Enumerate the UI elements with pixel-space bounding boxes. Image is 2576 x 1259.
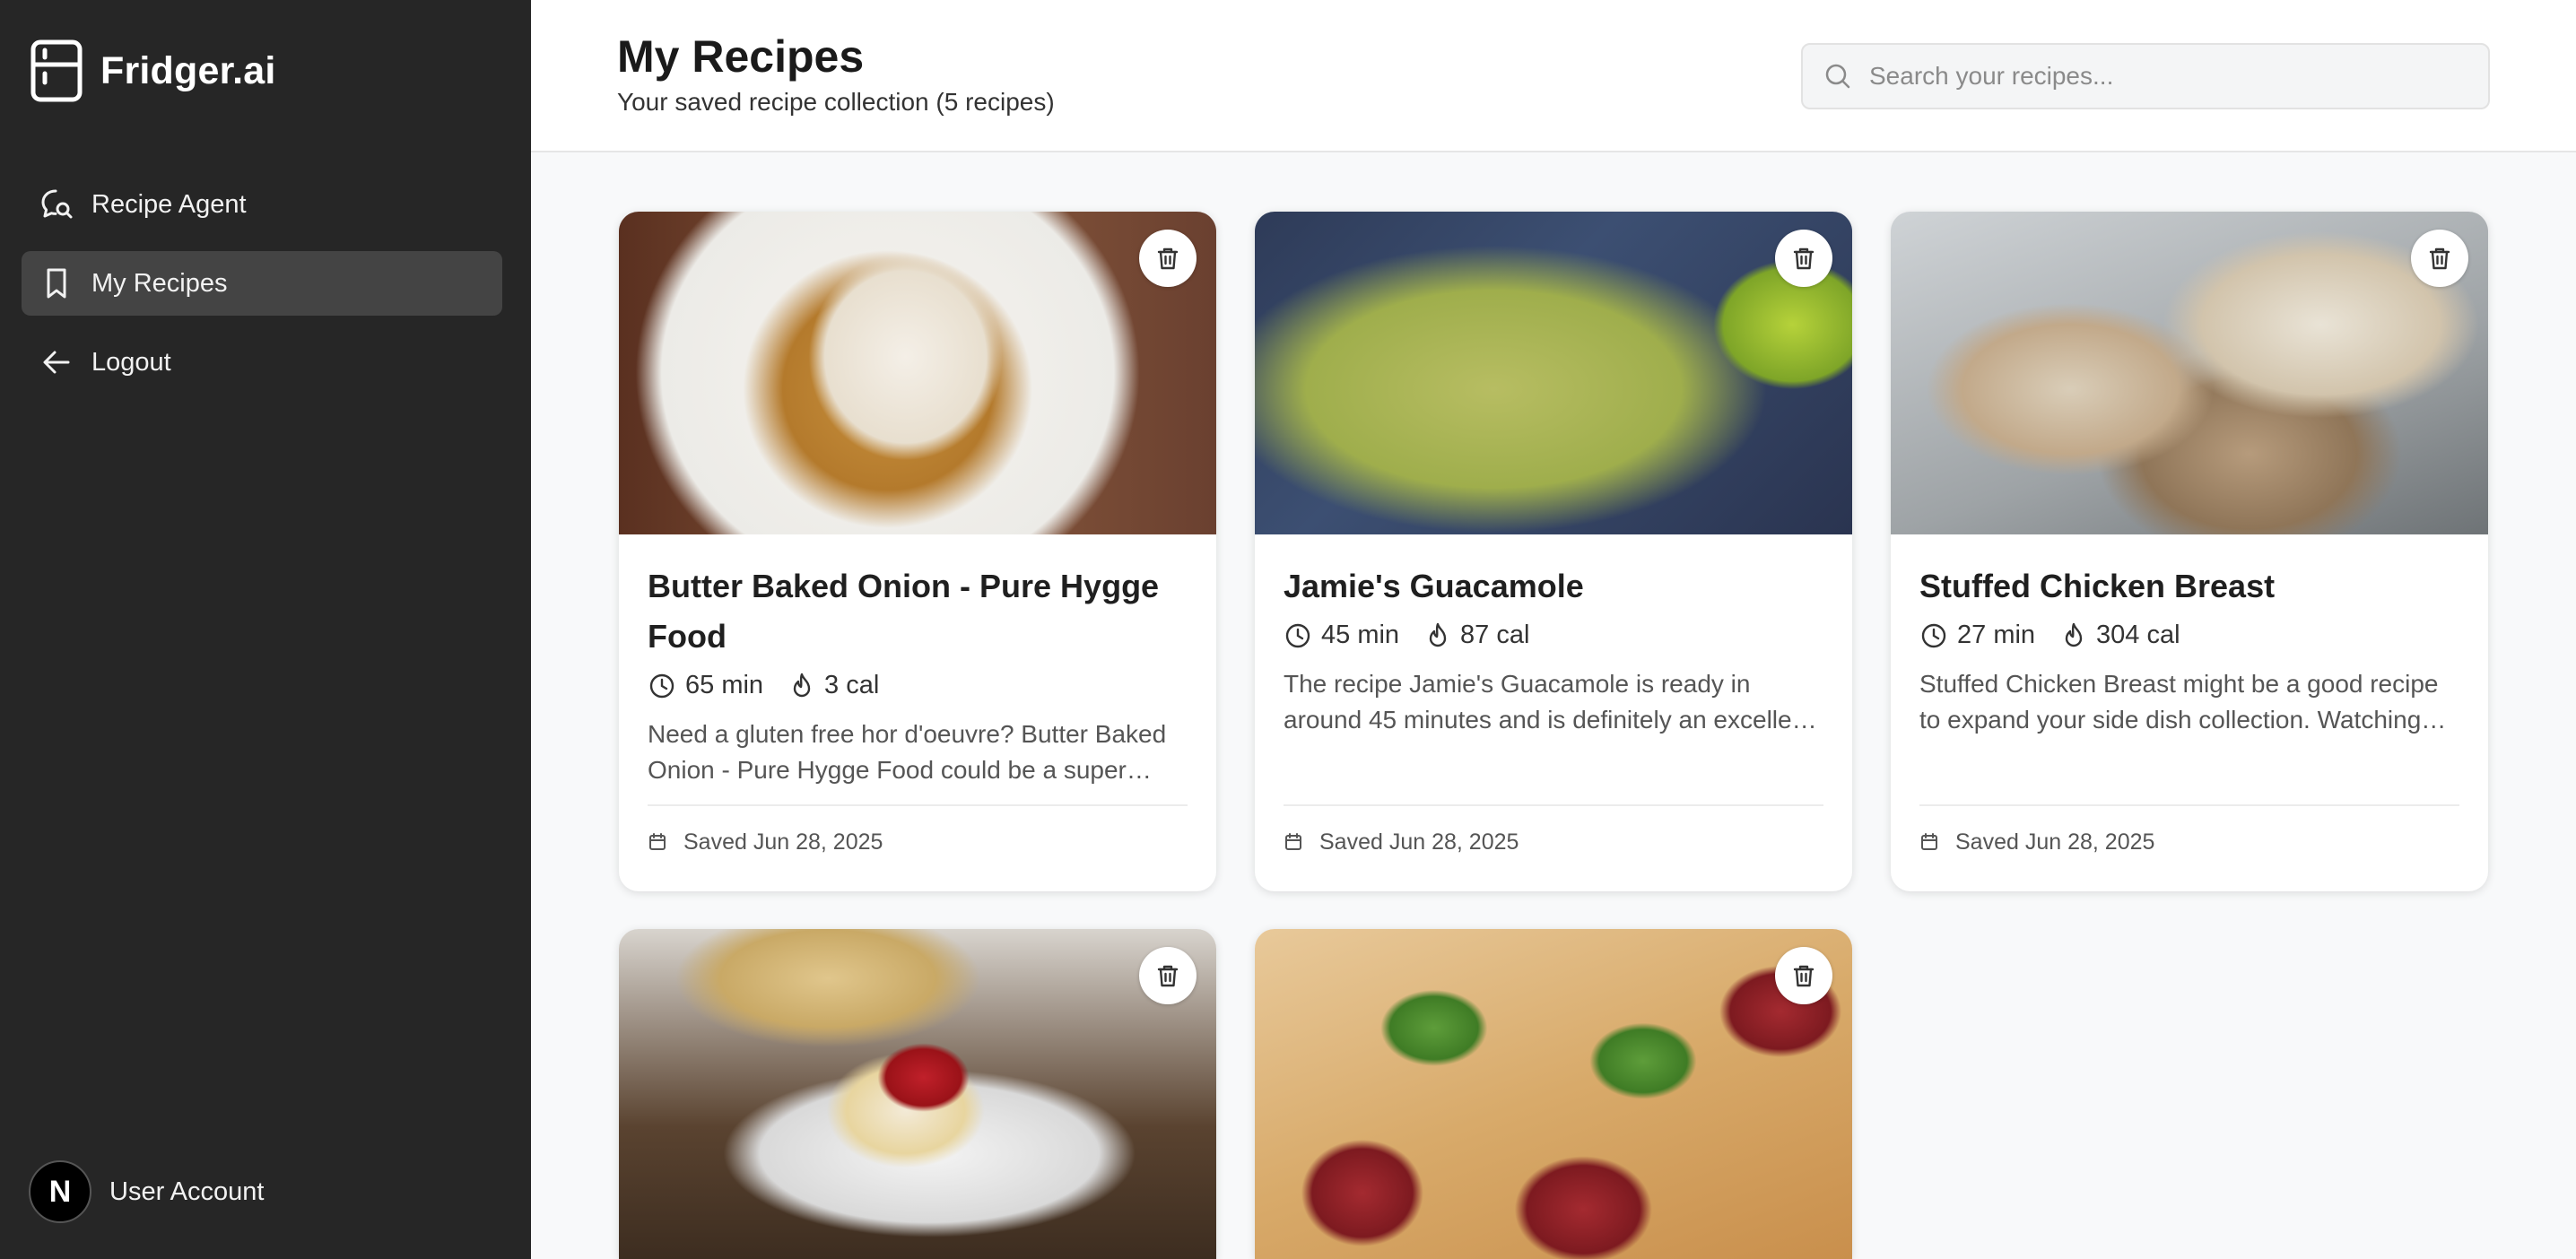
recipe-meta: 27 min 304 cal (1919, 621, 2459, 650)
cook-time-value: 65 min (685, 671, 764, 699)
sidebar-item-recipe-agent[interactable]: Recipe Agent (22, 172, 502, 237)
recipe-title[interactable]: Stuffed Chicken Breast (1919, 561, 2459, 612)
cook-time: 65 min (648, 671, 763, 700)
calories: 3 cal (788, 671, 879, 700)
trash-icon (2429, 247, 2450, 270)
app-name: Fridger.ai (100, 48, 276, 92)
page-title: My Recipes (617, 31, 865, 82)
delete-button[interactable] (1139, 230, 1197, 287)
calories-value: 304 cal (2096, 621, 2180, 649)
delete-button[interactable] (1775, 947, 1832, 1004)
search-box[interactable] (1801, 43, 2490, 109)
recipe-image[interactable] (1255, 212, 1852, 534)
recipe-card[interactable]: Jamie's Guacamole 45 min 87 cal The reci… (1255, 212, 1852, 891)
recipe-card[interactable]: Butter Baked Onion - Pure Hygge Food 65 … (619, 212, 1216, 891)
recipe-image[interactable] (1255, 929, 1852, 1259)
recipe-card[interactable] (1255, 929, 1852, 1259)
recipe-description: The recipe Jamie's Guacamole is ready in… (1284, 670, 1813, 734)
page-subtitle: Your saved recipe collection (5 recipes) (617, 88, 1055, 116)
trash-icon (1157, 965, 1179, 987)
trash-icon (1793, 247, 1815, 270)
delete-button[interactable] (2411, 230, 2468, 287)
user-account[interactable]: N User Account (29, 1160, 264, 1223)
saved-date: Saved Jun 28, 2025 (1919, 806, 2459, 878)
user-account-label: User Account (109, 1177, 265, 1206)
clock-icon (1921, 623, 1946, 647)
recipe-card[interactable] (619, 929, 1216, 1259)
cook-time: 45 min (1284, 621, 1399, 650)
flame-icon (2065, 622, 2083, 647)
arrow-left-icon (38, 343, 75, 381)
calories-value: 87 cal (1460, 621, 1530, 649)
cook-time-value: 27 min (1957, 621, 2036, 649)
sidebar-item-label: My Recipes (91, 268, 228, 298)
trash-icon (1157, 247, 1179, 270)
saved-date-value: Saved Jun 28, 2025 (1955, 829, 2155, 855)
calories-value: 3 cal (824, 671, 880, 699)
fridge-logo-icon (30, 39, 83, 102)
sidebar-item-my-recipes[interactable]: My Recipes (22, 251, 502, 316)
calendar-icon (1285, 833, 1301, 850)
saved-date-value: Saved Jun 28, 2025 (683, 829, 883, 855)
recipe-image[interactable] (1891, 212, 2488, 534)
recipe-title[interactable]: Jamie's Guacamole (1284, 561, 1823, 612)
delete-button[interactable] (1139, 947, 1197, 1004)
cook-time-value: 45 min (1321, 621, 1400, 649)
calories: 304 cal (2060, 621, 2180, 650)
search-icon (1825, 64, 1850, 89)
recipe-image[interactable] (619, 212, 1216, 534)
flame-icon (1429, 622, 1447, 647)
search-input[interactable] (1869, 62, 2461, 91)
saved-date-value: Saved Jun 28, 2025 (1319, 829, 1519, 855)
flame-icon (793, 673, 811, 697)
recipe-description: Need a gluten free hor d'oeuvre? Butter … (648, 720, 1167, 784)
recipe-description: Stuffed Chicken Breast might be a good r… (1919, 670, 2439, 734)
saved-date: Saved Jun 28, 2025 (648, 806, 1188, 878)
calendar-icon (649, 833, 666, 850)
page-header: My Recipes Your saved recipe collection … (531, 0, 2576, 152)
clock-icon (1285, 623, 1310, 647)
sidebar-item-logout[interactable]: Logout (22, 330, 502, 395)
clock-icon (649, 673, 674, 698)
recipe-title[interactable]: Butter Baked Onion - Pure Hygge Food (648, 561, 1188, 662)
bookmark-icon (38, 265, 75, 302)
recipe-meta: 45 min 87 cal (1284, 621, 1823, 650)
cook-time: 27 min (1919, 621, 2035, 650)
brand[interactable]: Fridger.ai (30, 39, 276, 102)
trash-icon (1793, 965, 1815, 987)
recipe-meta: 65 min 3 cal (648, 671, 1188, 700)
sidebar-item-label: Recipe Agent (91, 189, 247, 219)
avatar: N (29, 1160, 91, 1223)
calendar-icon (1921, 833, 1937, 850)
delete-button[interactable] (1775, 230, 1832, 287)
calories: 87 cal (1424, 621, 1529, 650)
saved-date: Saved Jun 28, 2025 (1284, 806, 1823, 878)
sidebar-item-label: Logout (91, 347, 171, 377)
sidebar-nav: Recipe Agent My Recipes Logout (22, 172, 502, 409)
recipe-card[interactable]: Stuffed Chicken Breast 27 min 304 cal St… (1891, 212, 2488, 891)
sidebar: Fridger.ai Recipe Agent My Recipes Logou… (0, 0, 531, 1259)
chat-search-icon (38, 186, 75, 223)
recipe-image[interactable] (619, 929, 1216, 1259)
